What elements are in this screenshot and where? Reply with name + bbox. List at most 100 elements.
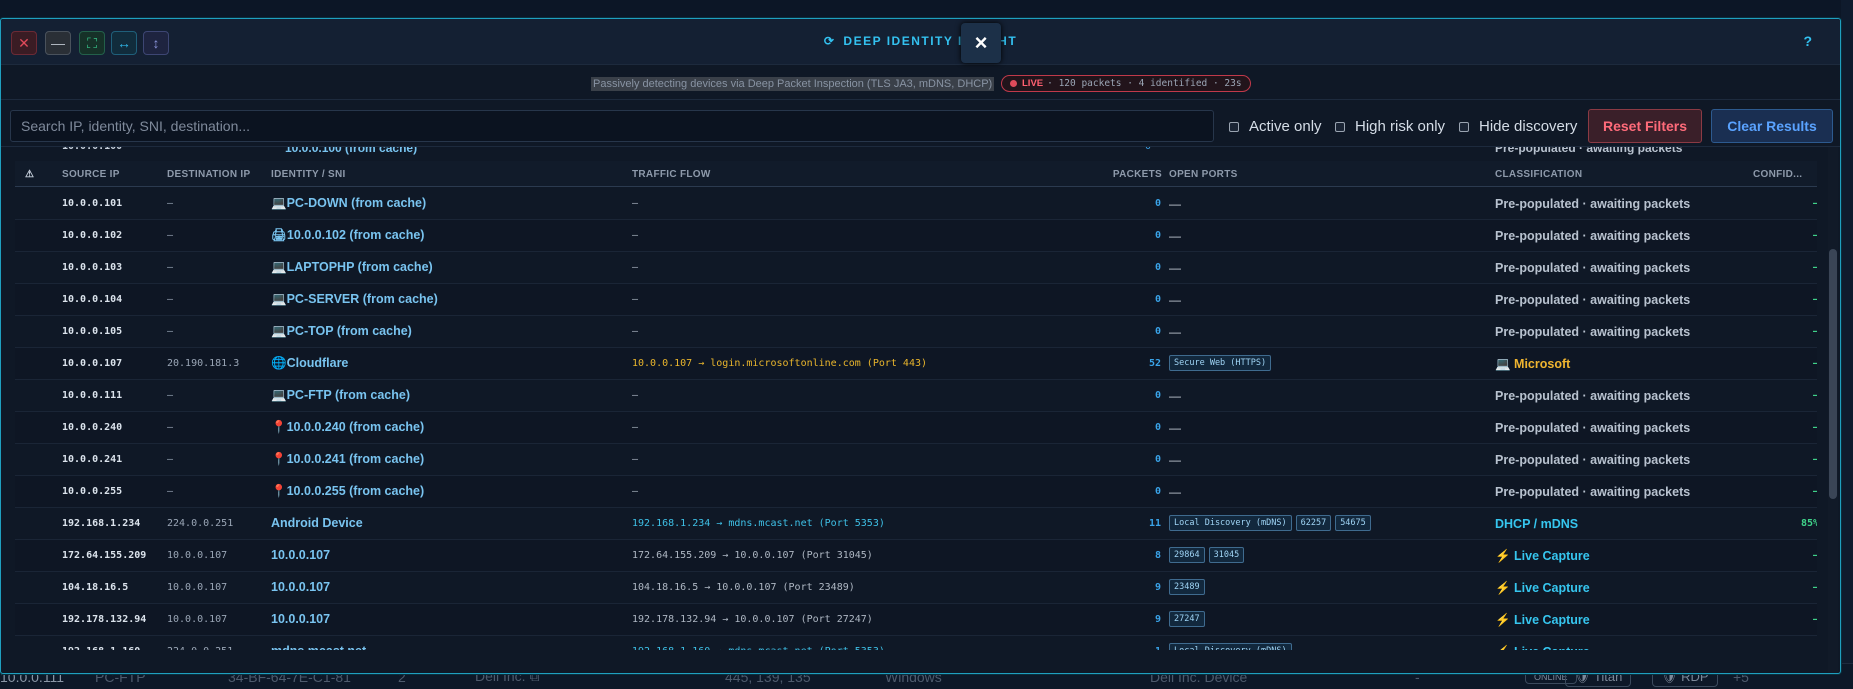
table-row-partial-top[interactable]: 10.0.0.100 10.0.0.100 (from cache) 0 Pre…	[15, 147, 1817, 161]
packet-count: 0	[1154, 326, 1161, 337]
header-destination-ip[interactable]: DESTINATION IP	[167, 169, 250, 180]
packet-count: 11	[1148, 518, 1161, 529]
table-row[interactable]: 10.0.0.102 – 🖨10.0.0.102 (from cache) – 0 — Pr…	[15, 220, 1817, 252]
header-confidence[interactable]: CONFID...	[1753, 169, 1802, 180]
risk-header-icon[interactable]: ⚠	[25, 169, 34, 180]
confidence: –	[1775, 358, 1817, 369]
header-packets[interactable]: PACKETS	[1102, 169, 1162, 180]
table-row[interactable]: 104.18.16.5 10.0.0.107 10.0.0.107 104.18.16…	[15, 572, 1817, 604]
title-bar: ✕ — ⛶ ↔ ↕ ⟳ DEEP IDENTITY INSIGHT × ?	[1, 19, 1840, 65]
device-type-icon: 💻	[271, 292, 287, 306]
hide-discovery-checkbox[interactable]: Hide discovery	[1459, 118, 1577, 135]
open-ports: Local Discovery (mDNS)	[1169, 643, 1292, 650]
identity-link[interactable]: 10.0.0.107	[271, 548, 330, 562]
classification: Pre-populated · awaiting packets	[1495, 229, 1691, 243]
confidence: –	[1775, 422, 1817, 433]
table-row[interactable]: 10.0.0.255 – 📍10.0.0.255 (from cache) – 0 — Pr…	[15, 476, 1817, 508]
table-row[interactable]: 10.0.0.105 – 💻PC-TOP (from cache) – 0 — Pre-po…	[15, 316, 1817, 348]
classification: Pre-populated · awaiting packets	[1495, 261, 1691, 275]
table-row-partial-bottom[interactable]: 192.168.1.160 224.0.0.251 mdns.mcast.net 19…	[15, 636, 1817, 650]
no-ports-dash: —	[1169, 453, 1181, 467]
packet-count: 0	[1154, 230, 1161, 241]
source-ip: 10.0.0.240	[62, 422, 123, 433]
deep-identity-modal: ✕ — ⛶ ↔ ↕ ⟳ DEEP IDENTITY INSIGHT × ? Pas…	[0, 18, 1841, 674]
high-risk-only-checkbox[interactable]: High risk only	[1335, 118, 1445, 135]
clear-results-button[interactable]: Clear Results	[1711, 109, 1833, 143]
checkbox-box[interactable]	[1459, 121, 1469, 132]
traffic-flow: –	[632, 262, 639, 273]
table-row[interactable]: 172.64.155.209 10.0.0.107 10.0.0.107 172.64…	[15, 540, 1817, 572]
identity-link[interactable]: 10.0.0.107	[271, 580, 330, 594]
table-row[interactable]: 10.0.0.104 – 💻PC-SERVER (from cache) – 0 — Pre…	[15, 284, 1817, 316]
no-ports-dash: —	[1169, 421, 1181, 435]
identity-link[interactable]: Android Device	[271, 516, 363, 530]
active-only-checkbox[interactable]: Active only	[1229, 118, 1322, 135]
identity-link[interactable]: 💻PC-FTP (from cache)	[271, 388, 410, 403]
table-row[interactable]: 10.0.0.240 – 📍10.0.0.240 (from cache) – 0 — Pr…	[15, 412, 1817, 444]
packet-count: 0	[1154, 294, 1161, 305]
source-ip: 10.0.0.107	[62, 358, 123, 369]
confidence: –	[1775, 486, 1817, 497]
traffic-flow: –	[632, 422, 639, 433]
identity-link[interactable]: 📍10.0.0.241 (from cache)	[271, 452, 424, 467]
no-ports-dash: —	[1169, 261, 1181, 275]
high-risk-only-label: High risk only	[1355, 118, 1446, 135]
port-tag: 27247	[1169, 611, 1205, 627]
device-type-icon: 💻	[271, 388, 287, 402]
identity-link[interactable]: 10.0.0.107	[271, 612, 330, 626]
checkbox-box[interactable]	[1229, 121, 1239, 132]
source-ip: 10.0.0.111	[62, 390, 123, 401]
port-tag: 62257	[1295, 515, 1332, 531]
identity-link[interactable]: 💻LAPTOPHP (from cache)	[271, 260, 433, 275]
source-ip: 10.0.0.101	[62, 198, 123, 209]
no-ports-dash: —	[1169, 229, 1181, 243]
table-row[interactable]: 10.0.0.101 – 💻PC-DOWN (from cache) – 0 — Pre-p…	[15, 188, 1817, 220]
background-scroll-area	[1841, 0, 1853, 689]
help-button[interactable]: ?	[1803, 33, 1812, 49]
identity-text[interactable]: mdns.mcast.net	[271, 644, 366, 650]
port-tag: 29864	[1169, 547, 1205, 563]
table-row[interactable]: 10.0.0.107 20.190.181.3 🌐Cloudflare 10.0.0.…	[15, 348, 1817, 380]
classification: Pre-populated · awaiting packets	[1495, 485, 1691, 499]
checkbox-box[interactable]	[1335, 121, 1345, 132]
identity-link[interactable]: 💻PC-SERVER (from cache)	[271, 292, 438, 307]
table-row[interactable]: 10.0.0.103 – 💻LAPTOPHP (from cache) – 0 — Pre-…	[15, 252, 1817, 284]
table-row[interactable]: 192.168.1.234 224.0.0.251 Android Device 19…	[15, 508, 1817, 540]
identity-link[interactable]: 🌐Cloudflare	[271, 356, 348, 371]
live-stats: · 120 packets · 4 identified · 23s	[1047, 78, 1242, 89]
identity-link[interactable]: 💻PC-TOP (from cache)	[271, 324, 412, 339]
traffic-flow: 192.168.1.234 → mdns.mcast.net (Port 535…	[632, 518, 885, 529]
identity-text: 10.0.0.102 (from cache)	[286, 228, 425, 242]
source-ip: 10.0.0.104	[62, 294, 123, 305]
device-type-icon: 💻	[271, 260, 287, 274]
identity-link[interactable]: 🖨10.0.0.102 (from cache)	[271, 228, 424, 243]
identity-text: PC-DOWN (from cache)	[286, 196, 427, 210]
table-row[interactable]: 10.0.0.111 – 💻PC-FTP (from cache) – 0 — Pre-po…	[15, 380, 1817, 412]
packet-count: 1	[1111, 646, 1161, 650]
live-label: LIVE	[1022, 78, 1044, 89]
close-overlay-button[interactable]: ×	[961, 23, 1001, 63]
header-open-ports[interactable]: OPEN PORTS	[1169, 169, 1238, 180]
table-row[interactable]: 192.178.132.94 10.0.0.107 10.0.0.107 192.17…	[15, 604, 1817, 636]
destination-ip: –	[167, 486, 174, 497]
identity-link[interactable]: 💻PC-DOWN (from cache)	[271, 196, 426, 211]
search-input[interactable]	[10, 110, 1214, 142]
source-ip: 10.0.0.102	[62, 230, 123, 241]
open-ports: —	[1169, 451, 1181, 467]
live-badge: LIVE · 120 packets · 4 identified · 23s	[1001, 75, 1251, 92]
port-tag: Local Discovery (mDNS)	[1169, 643, 1292, 650]
header-traffic-flow[interactable]: TRAFFIC FLOW	[632, 169, 711, 180]
header-identity[interactable]: IDENTITY / SNI	[271, 169, 346, 180]
identity-link[interactable]: 📍10.0.0.240 (from cache)	[271, 420, 424, 435]
table-scrollbar-thumb[interactable]	[1829, 249, 1837, 499]
identity-text: 10.0.0.107	[271, 612, 331, 626]
reset-filters-button[interactable]: Reset Filters	[1588, 109, 1702, 143]
hide-discovery-label: Hide discovery	[1479, 118, 1578, 135]
port-tag: Secure Web (HTTPS)	[1169, 355, 1272, 371]
header-source-ip[interactable]: SOURCE IP	[62, 169, 120, 180]
open-ports: —	[1169, 323, 1181, 339]
header-classification[interactable]: CLASSIFICATION	[1495, 169, 1582, 180]
identity-link[interactable]: 📍10.0.0.255 (from cache)	[271, 484, 424, 499]
confidence: –	[1775, 230, 1817, 241]
table-row[interactable]: 10.0.0.241 – 📍10.0.0.241 (from cache) – 0 — Pr…	[15, 444, 1817, 476]
